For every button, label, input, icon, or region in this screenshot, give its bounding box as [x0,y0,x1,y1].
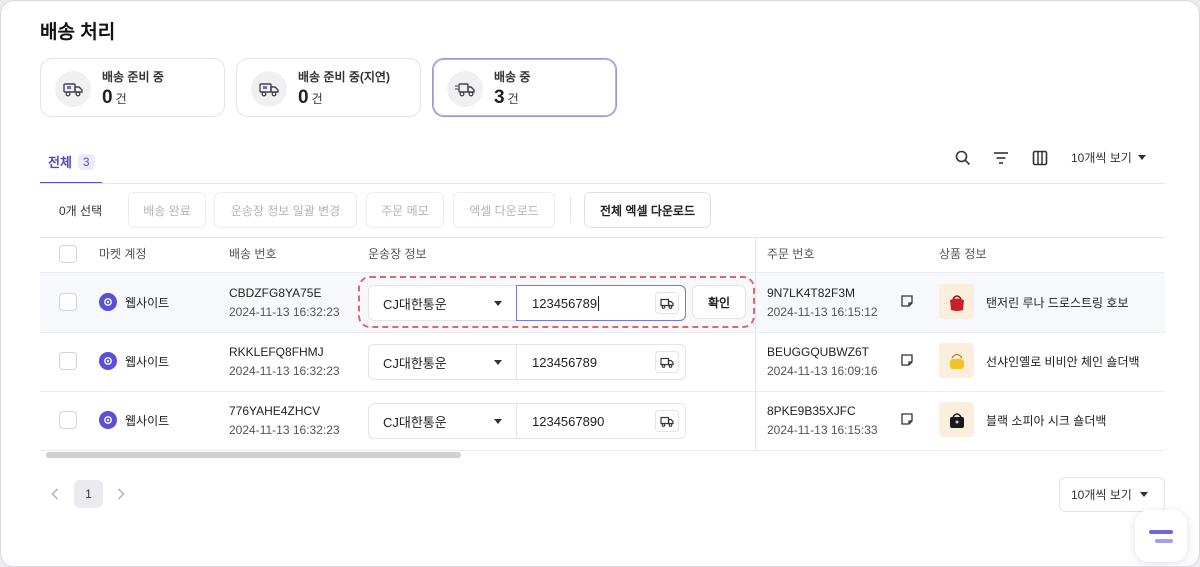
shipment-date: 2024-11-13 16:32:23 [229,364,340,378]
chevron-down-icon [1139,492,1148,497]
toolbar-divider [570,197,571,223]
search-icon[interactable] [952,147,974,169]
shipment-date: 2024-11-13 16:32:23 [229,305,340,319]
order-number: 8PKE9B35XJFC [767,404,856,418]
shipment-date: 2024-11-13 16:32:23 [229,423,340,437]
website-logo-icon [99,411,117,429]
chevron-down-icon [494,360,502,365]
fast-truck-icon [447,71,483,107]
row-divider [40,272,1165,273]
market-name: 웹사이트 [125,296,170,310]
status-card-preparing[interactable]: 배송 준비 중 0건 [40,58,225,117]
status-card-label: 배송 준비 중 [102,70,164,84]
shipment-number: 776YAHE4ZHCV [229,404,321,418]
chevron-down-icon [494,419,502,424]
row-divider [40,332,1165,333]
product-thumbnail [939,343,974,378]
product-thumbnail [939,284,974,319]
selected-count: 0개 선택 [59,204,103,218]
memo-icon[interactable] [900,294,916,310]
order-date: 2024-11-13 16:15:12 [767,305,878,319]
chat-icon-bar [1155,538,1173,543]
chevron-down-icon [1137,155,1146,160]
order-date: 2024-11-13 16:15:33 [767,423,878,437]
per-page-label: 10개씩 보기 [1071,488,1132,502]
app-window: 배송 처리 배송 준비 중 0건 배송 준비 중(지연) 0건 배송 중 3건 … [0,0,1200,567]
tracking-value: 123456789 [532,354,598,370]
chevron-left-icon[interactable] [48,485,62,503]
tracking-value: 1234567890 [532,413,605,429]
chat-button[interactable] [1135,510,1187,562]
carrier-value: CJ대한통운 [383,355,447,371]
product-name: 블랙 소피아 시크 숄더백 [986,414,1107,428]
scrollbar-thumb[interactable] [46,452,461,458]
page-title: 배송 처리 [40,22,116,43]
order-date: 2024-11-13 16:09:16 [767,364,878,378]
highlight-dashed-outline [358,276,755,328]
filter-icon[interactable] [990,147,1012,169]
shipment-number: RKKLEFQ8FHMJ [229,345,324,359]
market-name: 웹사이트 [125,355,170,369]
status-card-count: 0건 [102,87,127,108]
page-1-button[interactable]: 1 [74,480,103,508]
status-card-delayed[interactable]: 배송 준비 중(지연) 0건 [236,58,421,117]
all-excel-download-button[interactable]: 전체 엑셀 다운로드 [584,192,711,228]
order-number: 9N7LK4T82F3M [767,286,856,300]
product-name: 선샤인옐로 비비안 체인 숄더백 [986,355,1140,369]
website-logo-icon [99,352,117,370]
status-card-shipping[interactable]: 배송 중 3건 [432,58,617,117]
truck-icon[interactable] [655,410,679,432]
product-thumbnail [939,402,974,437]
truck-box-icon [55,71,91,107]
status-card-label: 배송 준비 중(지연) [298,70,390,84]
per-page-select-bottom[interactable]: 10개씩 보기 [1059,477,1165,512]
tab-divider [40,183,1165,184]
status-card-count: 3건 [494,87,519,108]
row-checkbox[interactable] [59,411,77,429]
shipment-number: CBDZFG8YA75E [229,286,322,300]
column-separator [755,238,756,450]
header-market: 마켓 계정 [99,247,147,261]
truck-box-icon [251,71,287,107]
carrier-value: CJ대한통운 [383,414,447,430]
order-number: BEUGGQUBWZ6T [767,345,870,359]
bulk-waybill-edit-button[interactable]: 운송장 정보 일괄 변경 [214,192,357,228]
row-checkbox[interactable] [59,293,77,311]
memo-icon[interactable] [900,412,916,428]
tracking-input[interactable]: 1234567890 [516,403,686,439]
memo-icon[interactable] [900,353,916,369]
tab-count-badge: 3 [77,153,95,170]
row-checkbox[interactable] [59,352,77,370]
chat-icon [1149,529,1173,534]
row-divider [40,391,1165,392]
product-name: 탠저린 루나 드로스트링 호보 [986,296,1129,310]
status-card-count: 0건 [298,87,323,108]
website-logo-icon [99,293,117,311]
header-shipment-no: 배송 번호 [229,247,277,261]
order-memo-button[interactable]: 주문 메모 [366,192,444,228]
excel-download-button[interactable]: 엑셀 다운로드 [453,192,555,228]
per-page-select-top[interactable]: 10개씩 보기 [1071,149,1146,166]
tracking-input[interactable]: 123456789 [516,344,686,380]
columns-icon[interactable] [1029,147,1051,169]
chevron-right-icon[interactable] [114,485,128,503]
carrier-select[interactable]: CJ대한통운 [368,344,517,380]
header-product: 상품 정보 [939,247,987,261]
select-all-checkbox[interactable] [59,245,77,263]
header-waybill: 운송장 정보 [368,247,427,261]
table-top-border [40,237,1165,238]
complete-shipping-button[interactable]: 배송 완료 [128,192,206,228]
carrier-select[interactable]: CJ대한통운 [368,403,517,439]
status-card-label: 배송 중 [494,70,531,84]
per-page-label: 10개씩 보기 [1071,151,1132,165]
market-name: 웹사이트 [125,414,170,428]
truck-icon[interactable] [655,351,679,373]
tab-label: 전체 [48,155,72,170]
tab-all[interactable]: 전체 3 [40,141,102,184]
header-order-no: 주문 번호 [767,247,815,261]
